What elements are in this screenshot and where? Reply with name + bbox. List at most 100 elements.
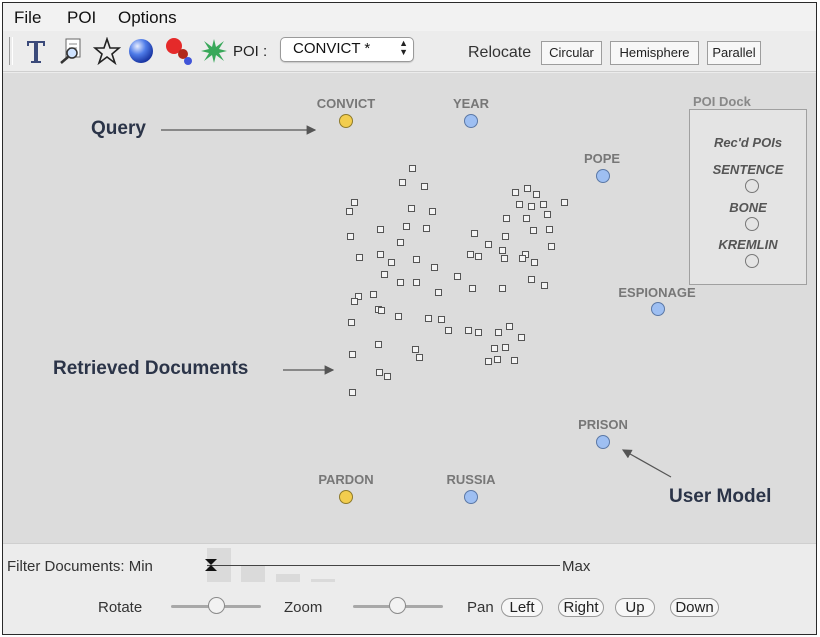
document-marker[interactable] — [502, 344, 509, 351]
document-marker[interactable] — [347, 233, 354, 240]
document-marker[interactable] — [375, 341, 382, 348]
document-marker[interactable] — [397, 279, 404, 286]
document-marker[interactable] — [512, 189, 519, 196]
document-marker[interactable] — [421, 183, 428, 190]
document-marker[interactable] — [377, 251, 384, 258]
document-marker[interactable] — [388, 259, 395, 266]
document-marker[interactable] — [491, 345, 498, 352]
document-marker[interactable] — [506, 323, 513, 330]
document-marker[interactable] — [412, 346, 419, 353]
dock-node-kremlin[interactable] — [745, 254, 759, 268]
document-marker[interactable] — [475, 329, 482, 336]
document-marker[interactable] — [438, 316, 445, 323]
document-marker[interactable] — [423, 225, 430, 232]
document-marker[interactable] — [395, 313, 402, 320]
poi-node-year[interactable] — [464, 114, 478, 128]
document-marker[interactable] — [502, 233, 509, 240]
document-marker[interactable] — [501, 255, 508, 262]
document-marker[interactable] — [524, 185, 531, 192]
document-marker[interactable] — [544, 211, 551, 218]
document-marker[interactable] — [435, 289, 442, 296]
document-marker[interactable] — [540, 201, 547, 208]
burst-icon[interactable] — [199, 36, 229, 66]
document-marker[interactable] — [485, 241, 492, 248]
dock-node-bone[interactable] — [745, 217, 759, 231]
document-marker[interactable] — [376, 369, 383, 376]
star-icon[interactable] — [92, 36, 122, 66]
poi-node-pope[interactable] — [596, 169, 610, 183]
document-marker[interactable] — [499, 247, 506, 254]
document-marker[interactable] — [397, 239, 404, 246]
document-marker[interactable] — [495, 329, 502, 336]
circular-button[interactable]: Circular — [541, 41, 602, 65]
document-marker[interactable] — [475, 253, 482, 260]
menu-file[interactable]: File — [14, 8, 41, 28]
poi-node-prison[interactable] — [596, 435, 610, 449]
document-marker[interactable] — [518, 334, 525, 341]
document-marker[interactable] — [503, 215, 510, 222]
menu-poi[interactable]: POI — [67, 8, 96, 28]
magnifier-icon[interactable] — [57, 36, 87, 66]
text-icon[interactable] — [21, 36, 51, 66]
poi-node-convict[interactable] — [339, 114, 353, 128]
document-marker[interactable] — [413, 256, 420, 263]
document-marker[interactable] — [399, 179, 406, 186]
document-marker[interactable] — [409, 165, 416, 172]
document-marker[interactable] — [499, 285, 506, 292]
document-marker[interactable] — [413, 279, 420, 286]
document-marker[interactable] — [528, 203, 535, 210]
document-marker[interactable] — [408, 205, 415, 212]
zoom-slider-knob[interactable] — [389, 597, 406, 614]
document-marker[interactable] — [471, 230, 478, 237]
pan-left-button[interactable]: Left — [501, 598, 543, 617]
poi-node-russia[interactable] — [464, 490, 478, 504]
document-marker[interactable] — [546, 226, 553, 233]
document-marker[interactable] — [519, 255, 526, 262]
document-marker[interactable] — [431, 264, 438, 271]
document-marker[interactable] — [403, 223, 410, 230]
poi-node-pardon[interactable] — [339, 490, 353, 504]
document-marker[interactable] — [381, 271, 388, 278]
document-marker[interactable] — [485, 358, 492, 365]
document-marker[interactable] — [349, 351, 356, 358]
min-handle-icon[interactable] — [203, 557, 219, 573]
hemisphere-button[interactable]: Hemisphere — [610, 41, 699, 65]
document-marker[interactable] — [531, 259, 538, 266]
document-marker[interactable] — [561, 199, 568, 206]
document-marker[interactable] — [346, 208, 353, 215]
document-marker[interactable] — [541, 282, 548, 289]
dock-node-sentence[interactable] — [745, 179, 759, 193]
document-marker[interactable] — [511, 357, 518, 364]
pan-right-button[interactable]: Right — [558, 598, 604, 617]
document-marker[interactable] — [445, 327, 452, 334]
document-marker[interactable] — [384, 373, 391, 380]
document-marker[interactable] — [467, 251, 474, 258]
document-marker[interactable] — [416, 354, 423, 361]
document-marker[interactable] — [425, 315, 432, 322]
document-marker[interactable] — [528, 276, 535, 283]
document-marker[interactable] — [378, 307, 385, 314]
document-marker[interactable] — [377, 226, 384, 233]
document-marker[interactable] — [351, 199, 358, 206]
parallel-button[interactable]: Parallel — [707, 41, 761, 65]
rotate-slider-knob[interactable] — [208, 597, 225, 614]
document-marker[interactable] — [548, 243, 555, 250]
document-marker[interactable] — [356, 254, 363, 261]
document-marker[interactable] — [494, 356, 501, 363]
document-marker[interactable] — [454, 273, 461, 280]
poi-select[interactable]: CONVICT * ▲ ▼ — [280, 37, 414, 62]
menu-options[interactable]: Options — [118, 8, 177, 28]
document-marker[interactable] — [465, 327, 472, 334]
document-marker[interactable] — [370, 291, 377, 298]
document-marker[interactable] — [469, 285, 476, 292]
visualization-canvas[interactable]: Query Retrieved Documents User Model CON… — [3, 73, 816, 543]
document-marker[interactable] — [349, 389, 356, 396]
document-marker[interactable] — [533, 191, 540, 198]
document-marker[interactable] — [348, 319, 355, 326]
document-marker[interactable] — [429, 208, 436, 215]
document-marker[interactable] — [523, 215, 530, 222]
toolbar-grip[interactable] — [9, 37, 13, 65]
filter-range-track[interactable] — [207, 565, 560, 566]
pan-up-button[interactable]: Up — [615, 598, 655, 617]
document-marker[interactable] — [516, 201, 523, 208]
